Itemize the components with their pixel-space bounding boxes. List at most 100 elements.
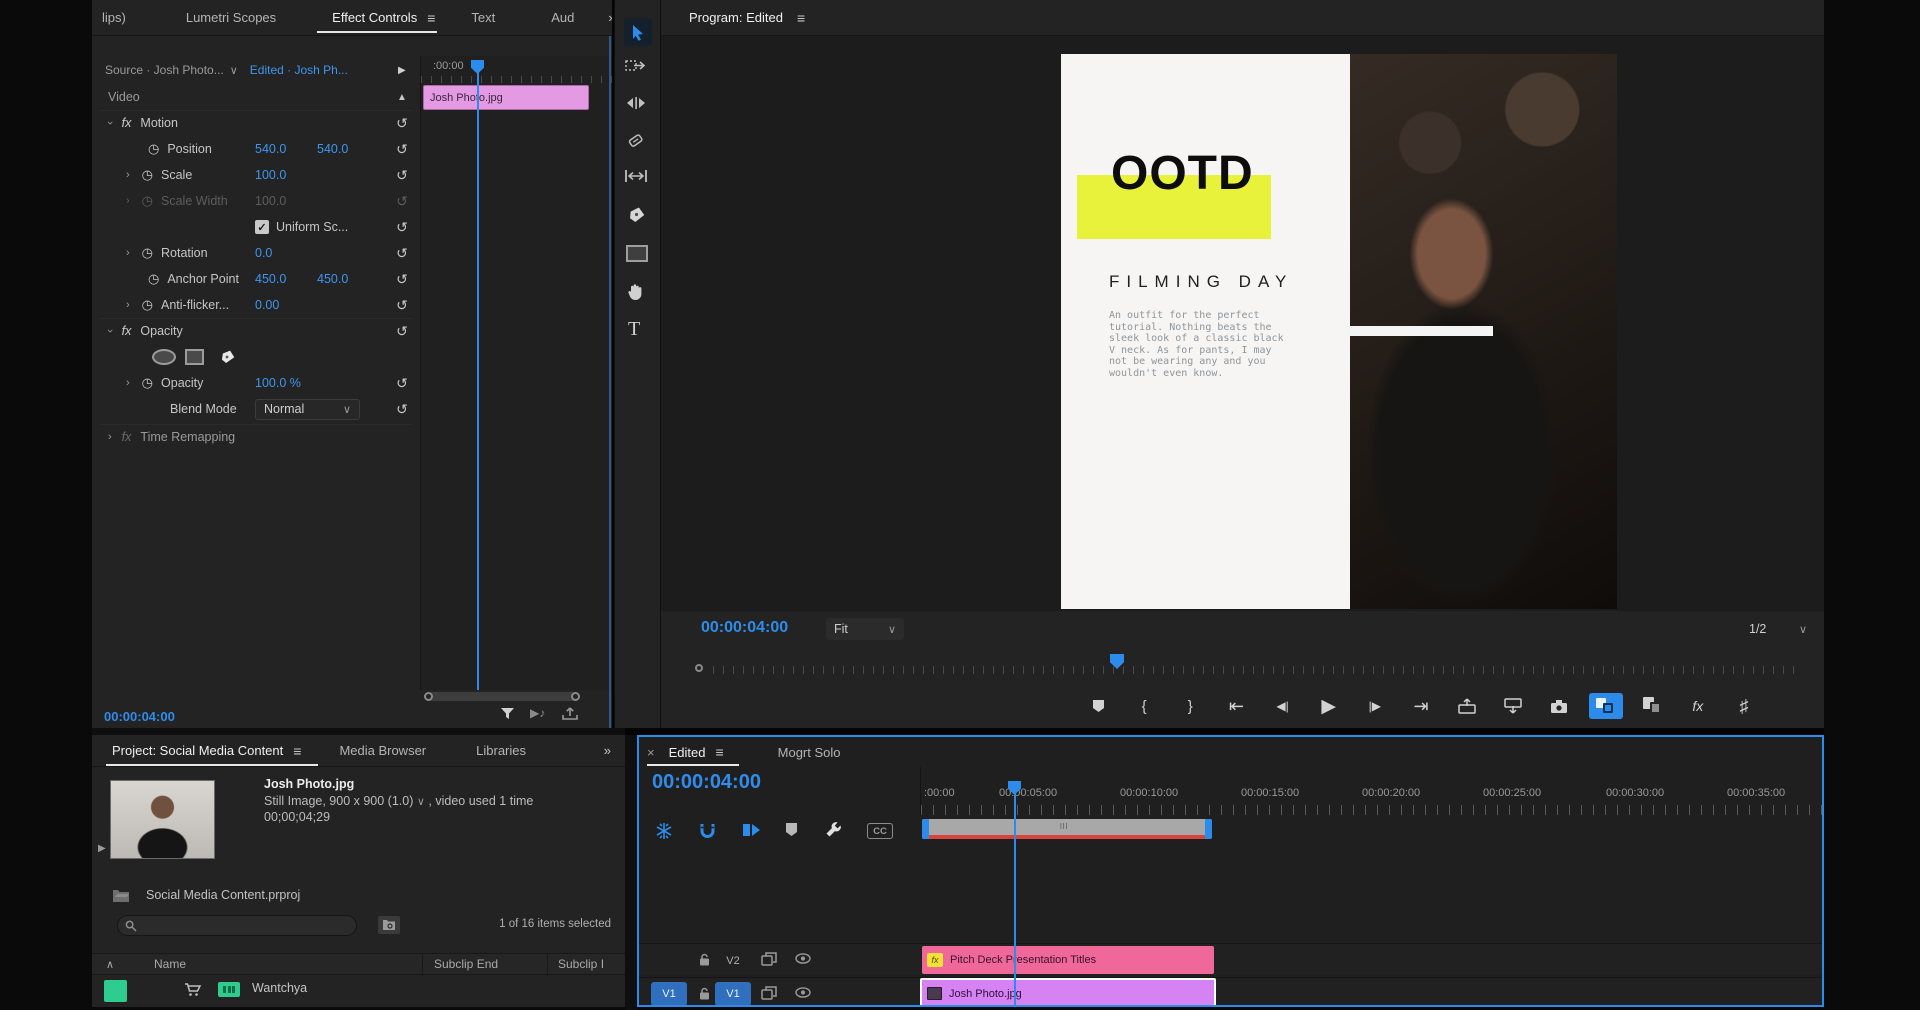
resolution-dropdown[interactable]: 1/2 ∨	[1741, 618, 1815, 640]
anchor-stopwatch-icon[interactable]: ◷	[148, 271, 159, 287]
rect-mask-icon[interactable]	[185, 349, 204, 365]
timeline-marker-icon[interactable]	[785, 822, 798, 837]
timeline-timecode[interactable]: 00:00:04:00	[652, 771, 761, 794]
clip-josh-photo[interactable]: Josh Photo.jpg	[920, 978, 1216, 1007]
list-item-row[interactable]: Wantchya	[92, 976, 625, 1007]
tab-effect-controls[interactable]: Effect Controls	[322, 10, 427, 25]
nested-sequence-icon[interactable]	[655, 822, 673, 840]
column-divider[interactable]	[422, 954, 423, 976]
comparison-view-icon[interactable]	[1589, 693, 1623, 719]
linked-selection-icon[interactable]	[742, 821, 761, 839]
project-menu-icon[interactable]: ≡	[293, 743, 301, 759]
play-button-icon[interactable]: ▶	[1312, 693, 1346, 719]
step-forward-icon[interactable]: |▶	[1358, 693, 1392, 719]
ellipse-mask-icon[interactable]	[152, 349, 176, 365]
razor-tool[interactable]	[626, 132, 646, 150]
add-marker-icon[interactable]	[1081, 693, 1115, 719]
label-color-chip[interactable]	[104, 980, 127, 1002]
scrub-zoom-handle[interactable]	[695, 664, 703, 672]
filter-properties-icon[interactable]	[500, 707, 515, 722]
uniform-scale-checkbox[interactable]: ✓	[255, 220, 269, 234]
v1-track-target[interactable]: V1	[715, 982, 751, 1006]
source-chevron-icon[interactable]: ∨	[230, 64, 238, 77]
ec-timecode[interactable]: 00:00:04:00	[104, 709, 175, 724]
v2-visibility-eye-icon[interactable]	[795, 953, 811, 964]
rotation-stopwatch-icon[interactable]: ◷	[142, 245, 153, 261]
v1-source-patch[interactable]: V1	[651, 982, 687, 1006]
opacity-reset-icon[interactable]: ↺	[393, 323, 411, 340]
multicam-view-icon[interactable]	[1635, 693, 1669, 719]
show-timeline-icon[interactable]: ▶	[398, 65, 406, 76]
edited-sequence-label[interactable]: Edited · Josh Ph...	[250, 63, 348, 77]
clip-pitch-deck-titles[interactable]: fx Pitch Deck Presentation Titles	[922, 946, 1214, 974]
timeline-ruler[interactable]: :00:00 00:00:05:00 00:00:10:00 00:00:15:…	[920, 767, 1824, 815]
program-title[interactable]: Program: Edited	[679, 10, 793, 25]
anchor-reset-icon[interactable]: ↺	[393, 271, 411, 288]
time-remapping-row[interactable]: › fx Time Remapping	[92, 424, 420, 450]
lift-icon[interactable]	[1450, 693, 1484, 719]
motion-reset-icon[interactable]: ↺	[393, 115, 411, 132]
program-scrub-ruler[interactable]	[713, 666, 1803, 674]
play-audio-icon[interactable]: ▶♪	[530, 706, 545, 720]
work-area-out-handle[interactable]	[1205, 819, 1212, 839]
tab-sequence-mogrt-solo[interactable]: Mogrt Solo	[768, 745, 851, 760]
selection-tool[interactable]	[624, 18, 652, 46]
work-area-grip[interactable]: lll	[1060, 822, 1068, 831]
rotation-expand-icon[interactable]: ›	[126, 247, 130, 259]
snap-magnet-icon[interactable]	[699, 822, 716, 839]
v1-visibility-eye-icon[interactable]	[795, 987, 811, 998]
anti-flicker-reset-icon[interactable]: ↺	[393, 297, 411, 314]
tab-audio[interactable]: Aud	[541, 10, 584, 25]
ec-ruler-ticks[interactable]	[421, 76, 612, 83]
opacity-value[interactable]: 100.0 %	[255, 376, 301, 390]
go-to-out-icon[interactable]: ⇥	[1404, 693, 1438, 719]
motion-effect-row[interactable]: › fx Motion ↺	[92, 110, 420, 136]
search-bin-icon[interactable]	[378, 916, 400, 934]
sort-direction-icon[interactable]: ∧	[106, 958, 114, 971]
uniform-scale-reset-icon[interactable]: ↺	[393, 219, 411, 236]
work-area-in-handle[interactable]	[922, 819, 929, 839]
tab-overflow-icon[interactable]: »	[608, 10, 612, 25]
position-x-value[interactable]: 540.0	[255, 142, 286, 156]
column-name[interactable]: Name	[154, 957, 186, 971]
blend-mode-dropdown[interactable]: Normal ∨	[255, 399, 360, 420]
go-to-in-icon[interactable]: ⇤	[1219, 693, 1253, 719]
ec-scrollbar-right-handle[interactable]	[571, 692, 580, 701]
mark-in-icon[interactable]: {	[1127, 693, 1161, 719]
fx-badge-icon[interactable]: fx	[1681, 693, 1715, 719]
scale-reset-icon[interactable]: ↺	[393, 167, 411, 184]
mark-out-icon[interactable]: }	[1173, 693, 1207, 719]
rectangle-tool[interactable]	[626, 245, 648, 262]
ec-h-scrollbar[interactable]	[426, 692, 578, 701]
ec-playhead-marker[interactable]	[471, 60, 484, 74]
button-editor-icon[interactable]: ♯	[1727, 693, 1761, 719]
tab-libraries[interactable]: Libraries	[466, 743, 536, 758]
item-meta-chevron-icon[interactable]: ∨	[417, 796, 425, 808]
v2-lock-icon[interactable]	[699, 953, 710, 966]
tab-sequence-edited[interactable]: Edited	[659, 745, 716, 760]
step-back-icon[interactable]: ◀|	[1266, 693, 1300, 719]
work-area-bar[interactable]: lll	[922, 819, 1212, 839]
export-frame-icon[interactable]	[1542, 693, 1576, 719]
v2-track-target[interactable]: V2	[715, 952, 751, 970]
zoom-level-dropdown[interactable]: Fit ∨	[826, 618, 904, 640]
search-input[interactable]	[117, 915, 357, 936]
time-remapping-expand-icon[interactable]: ›	[108, 431, 112, 443]
thumbnail-play-icon[interactable]: ▶	[98, 843, 106, 854]
scale-value[interactable]: 100.0	[255, 168, 286, 182]
anchor-x-value[interactable]: 450.0	[255, 272, 286, 286]
scale-expand-icon[interactable]: ›	[126, 169, 130, 181]
captions-toggle-icon[interactable]: CC	[867, 823, 893, 839]
position-stopwatch-icon[interactable]: ◷	[148, 141, 159, 157]
position-reset-icon[interactable]: ↺	[393, 141, 411, 158]
export-frame-tray-icon[interactable]	[562, 706, 578, 721]
anti-flicker-stopwatch-icon[interactable]: ◷	[142, 297, 153, 313]
ec-clip-bar[interactable]: Josh Photo.jpg	[423, 85, 589, 110]
opacity-expand-icon[interactable]: ›	[104, 329, 116, 333]
slip-tool[interactable]	[624, 169, 648, 183]
tab-text[interactable]: Text	[461, 10, 505, 25]
v1-sync-lock-icon[interactable]	[761, 986, 777, 1000]
v2-sync-lock-icon[interactable]	[761, 952, 777, 966]
source-clip-label[interactable]: Source · Josh Photo...	[105, 63, 224, 77]
tab-media-browser[interactable]: Media Browser	[329, 743, 436, 758]
